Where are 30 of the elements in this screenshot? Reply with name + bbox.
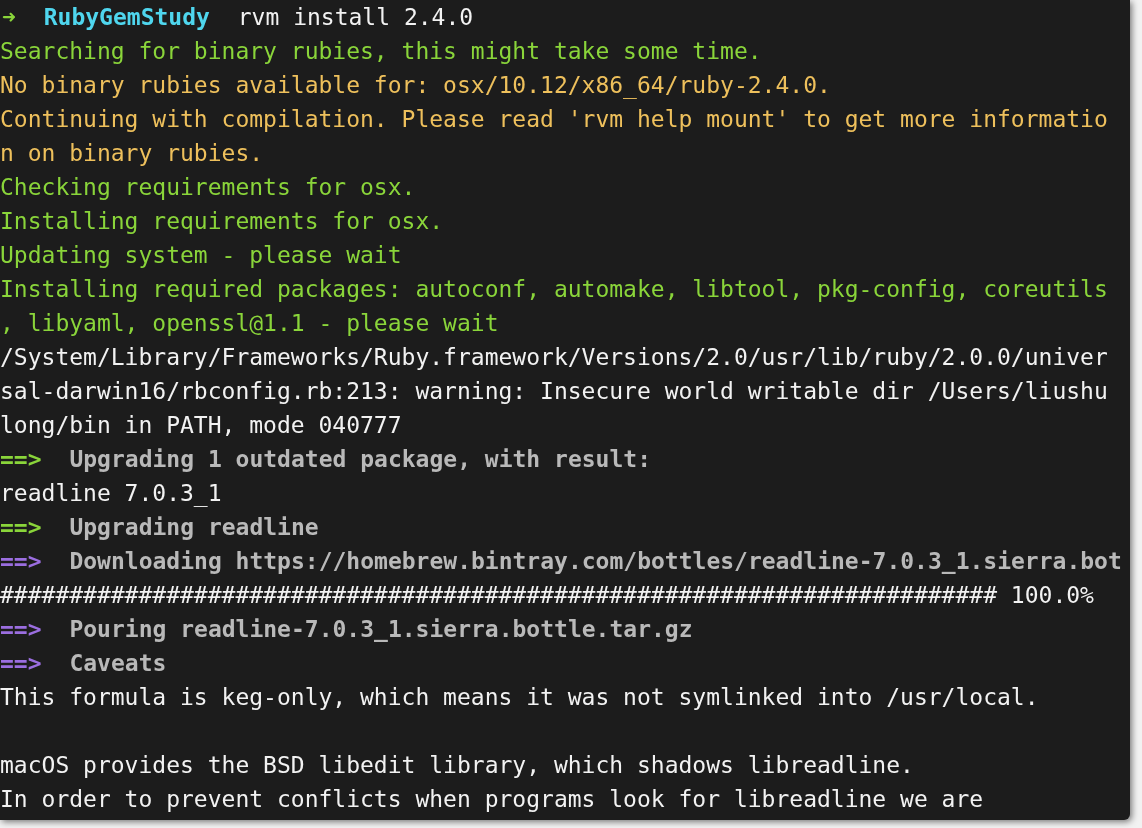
output-line: macOS provides the BSD libedit library, which shadows libreadline.	[0, 751, 914, 780]
step-text: Downloading https://homebrew.bintray.com/bottles/readline-7.0.3_1.sierra.bot	[69, 548, 1122, 574]
output-line: , libyaml, openssl@1.1 - please wait	[0, 309, 499, 338]
step-marker: ==>	[0, 650, 42, 676]
output-line: No binary rubies available for: osx/10.12/x86_64/ruby-2.4.0.	[0, 71, 831, 101]
output-line: Installing required packages: autoconf, automake, libtool, pkg-config, coreutils	[0, 275, 1108, 304]
output-line: Continuing with compilation. Please read 'rvm help mount' to get more informatio	[0, 105, 1108, 134]
output-line: n on binary rubies.	[0, 139, 264, 168]
output-line: Updating system - please wait	[0, 241, 402, 270]
output-line: long/bin in PATH, mode 040777	[0, 411, 402, 440]
step-text: Upgrading readline	[69, 514, 319, 540]
output-line: Installing requirements for osx.	[0, 207, 444, 236]
step-marker: ==>	[0, 548, 42, 574]
step-text: Upgrading 1 outdated package, with result:	[69, 446, 651, 472]
output-line: /System/Library/Frameworks/Ruby.framework/Versions/2.0/usr/lib/ruby/2.0.0/univer	[0, 343, 1108, 372]
prompt-directory: RubyGemStudy	[43, 4, 210, 30]
output-line: ######################################################################## 100.0%	[0, 581, 1094, 610]
output-line: sal-darwin16/rbconfig.rb:213: warning: Insecure world writable dir /Users/liushu	[0, 377, 1108, 406]
step-text: Caveats	[69, 650, 167, 676]
output-line: Searching for binary rubies, this might take some time.	[0, 37, 762, 66]
output-line: readline 7.0.3_1	[0, 479, 222, 509]
step-marker: ==>	[0, 616, 42, 642]
step-text: Pouring readline-7.0.3_1.sierra.bottle.tar.gz	[69, 616, 693, 642]
prompt-arrow: ➜	[2, 4, 16, 30]
command-text: rvm install 2.4.0	[237, 4, 474, 30]
output-line: In order to prevent conflicts when programs look for libreadline we are	[0, 785, 984, 814]
step-marker: ==>	[0, 514, 42, 540]
output-line: Checking requirements for osx.	[0, 173, 416, 202]
step-marker: ==>	[0, 446, 42, 472]
output-line: This formula is keg-only, which means it was not symlinked into /usr/local.	[0, 683, 1039, 712]
